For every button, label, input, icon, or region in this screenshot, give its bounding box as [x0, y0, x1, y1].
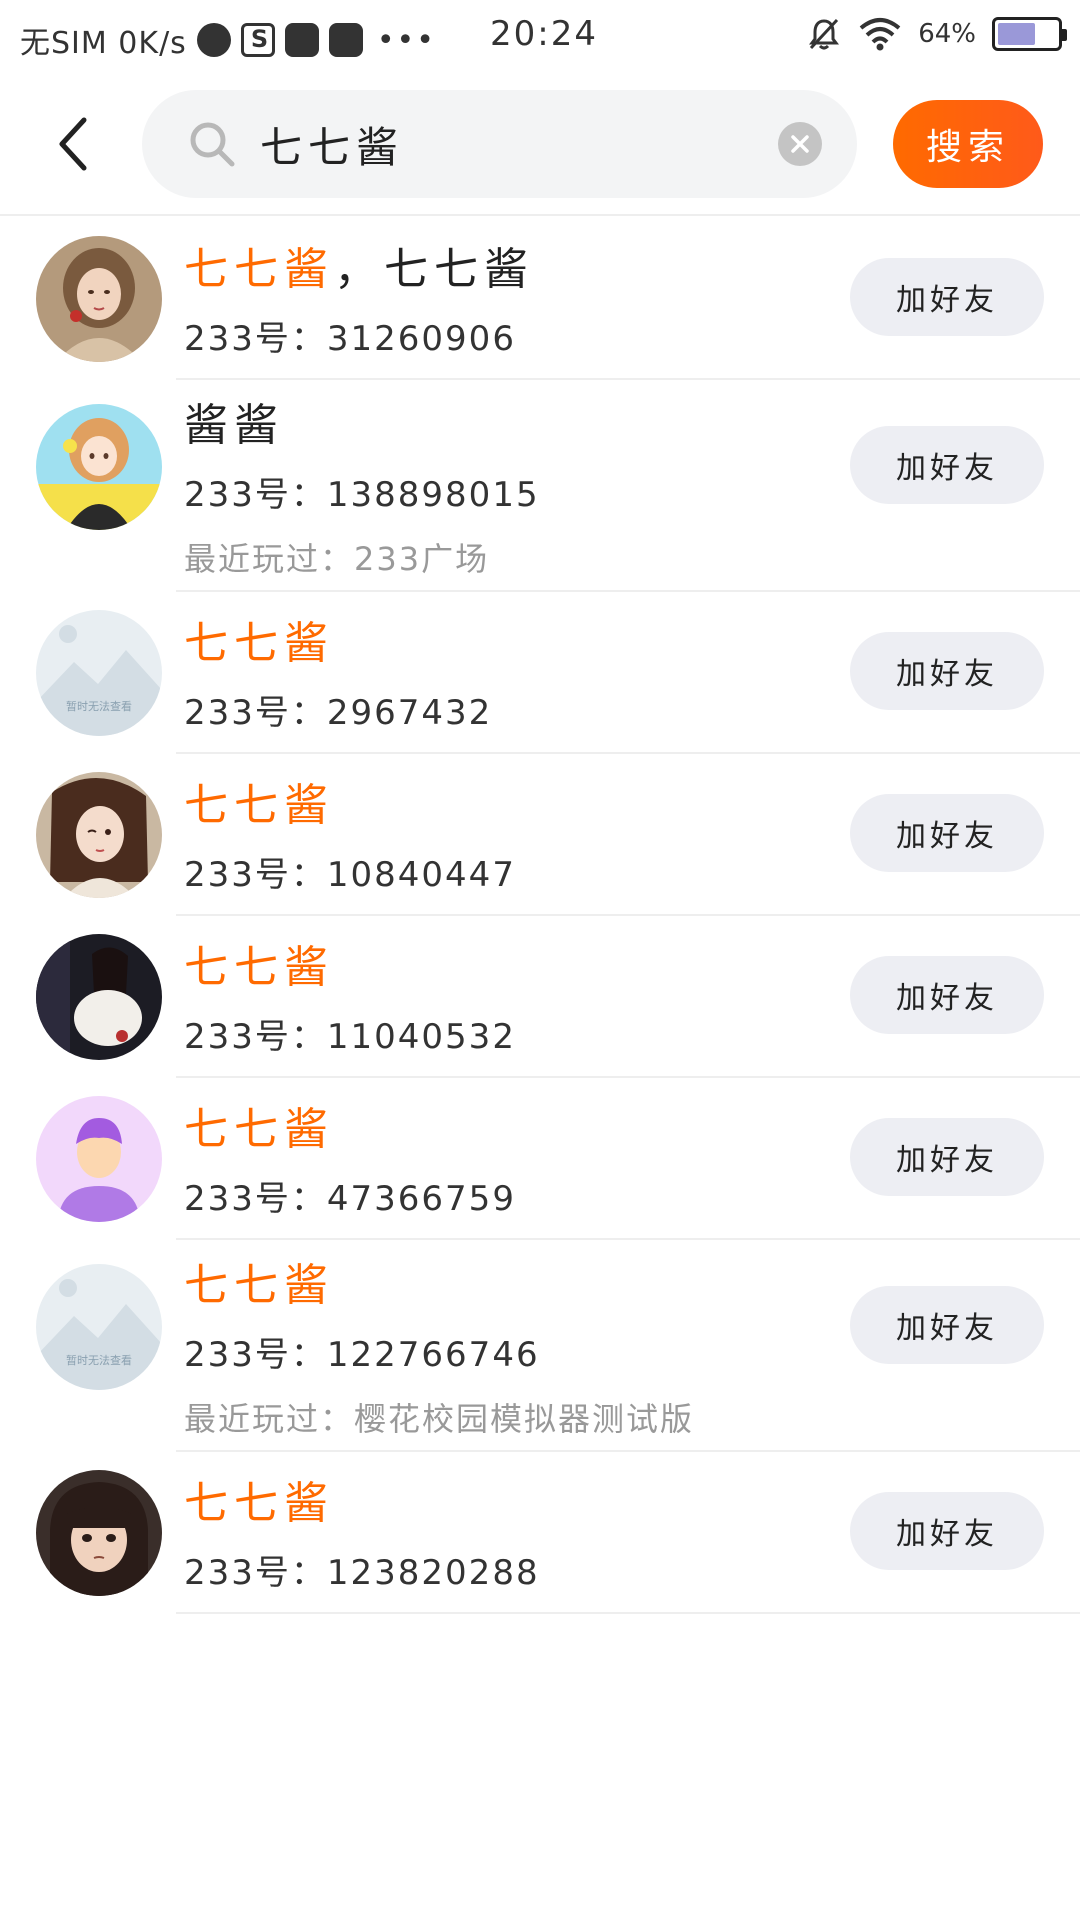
user-id: 233号：138898015 — [184, 475, 540, 515]
name-highlight: 七七酱 — [184, 1260, 334, 1311]
user-name: 七七酱 — [184, 776, 516, 836]
user-info: 七七酱 233号：10840447 — [184, 776, 516, 900]
name-highlight: 七七酱 — [184, 244, 334, 295]
more-dots-icon: ••• — [376, 22, 436, 58]
name-highlight: 七七酱 — [184, 1104, 334, 1155]
user-info: 酱酱 233号：138898015 最近玩过：233广场 — [184, 396, 540, 584]
user-info: 七七酱 233号：123820288 — [184, 1474, 540, 1598]
name-highlight: 七七酱 — [184, 942, 334, 993]
name-rest: 酱酱 — [184, 400, 284, 451]
back-button[interactable] — [48, 112, 98, 176]
result-row[interactable]: 七七酱 233号：47366759 加好友 — [0, 1078, 1080, 1240]
bell-muted-icon — [809, 18, 840, 50]
user-name: 七七酱 — [184, 938, 516, 998]
add-friend-button[interactable]: 加好友 — [850, 632, 1044, 710]
avatar[interactable]: 暂时无法查看 — [36, 610, 162, 736]
status-bar: 无SIM 0K/s ••• 20:24 64% — [0, 0, 1080, 72]
add-friend-button[interactable]: 加好友 — [850, 956, 1044, 1034]
user-id: 233号：31260906 — [184, 319, 516, 359]
result-row[interactable]: 七七酱 233号：11040532 加好友 — [0, 916, 1080, 1078]
add-friend-button[interactable]: 加好友 — [850, 426, 1044, 504]
add-friend-button[interactable]: 加好友 — [850, 1492, 1044, 1570]
user-id: 233号：10840447 — [184, 855, 516, 895]
result-row[interactable]: 七七酱，七七酱 233号：31260906 加好友 — [0, 218, 1080, 380]
avatar[interactable] — [36, 772, 162, 898]
close-icon — [791, 135, 809, 153]
result-row[interactable]: 七七酱 233号：10840447 加好友 — [0, 754, 1080, 916]
user-name: 七七酱，七七酱 — [184, 240, 534, 300]
battery-icon — [992, 17, 1067, 51]
avatar[interactable] — [36, 1096, 162, 1222]
user-info: 七七酱 233号：11040532 — [184, 938, 516, 1062]
battery-fill — [998, 23, 1036, 45]
search-box[interactable] — [142, 90, 857, 198]
user-id: 233号：122766746 — [184, 1335, 540, 1375]
avatar[interactable] — [36, 404, 162, 530]
user-info: 七七酱 233号：2967432 — [184, 614, 492, 738]
result-row[interactable]: 七七酱 233号：123820288 加好友 — [0, 1452, 1080, 1614]
result-row[interactable]: 酱酱 233号：138898015 最近玩过：233广场 加好友 — [0, 380, 1080, 592]
bag-icon — [328, 23, 363, 57]
search-header: 搜索 — [0, 72, 1080, 216]
recently-played: 最近玩过：233广场 — [184, 540, 490, 578]
name-rest: ，七七酱 — [334, 244, 534, 295]
search-button[interactable]: 搜索 — [893, 100, 1043, 188]
svg-text:暂时无法查看: 暂时无法查看 — [66, 1353, 132, 1367]
s-app-icon — [240, 23, 275, 57]
search-input[interactable] — [260, 110, 780, 178]
name-highlight: 七七酱 — [184, 1478, 334, 1529]
user-id: 233号：47366759 — [184, 1179, 516, 1219]
results-list: 七七酱，七七酱 233号：31260906 加好友 酱酱 233号：138898015 最… — [0, 218, 1080, 1614]
result-row[interactable]: 暂时无法查看 七七酱 233号：2967432 加好友 — [0, 592, 1080, 754]
user-info: 七七酱 233号：47366759 — [184, 1100, 516, 1224]
clear-icon[interactable] — [778, 122, 822, 166]
avatar[interactable] — [36, 934, 162, 1060]
svg-text:暂时无法查看: 暂时无法查看 — [66, 699, 132, 713]
avatar[interactable] — [36, 236, 162, 362]
battery-percent: 64% — [918, 19, 976, 49]
user-id: 233号：11040532 — [184, 1017, 516, 1057]
wifi-icon — [859, 18, 901, 51]
chevron-left-icon — [59, 117, 87, 171]
name-highlight: 七七酱 — [184, 780, 334, 831]
user-name: 七七酱 — [184, 1100, 516, 1160]
add-friend-button[interactable]: 加好友 — [850, 794, 1044, 872]
user-id: 233号：2967432 — [184, 693, 493, 733]
planet-icon — [196, 23, 231, 57]
user-name: 七七酱 — [184, 1474, 540, 1534]
name-highlight: 七七酱 — [184, 618, 334, 669]
divider — [176, 1612, 1080, 1614]
avatar[interactable] — [36, 1470, 162, 1596]
add-friend-button[interactable]: 加好友 — [850, 1118, 1044, 1196]
status-right: 64% — [806, 16, 1067, 52]
carrier-text: 无SIM 0K/s — [20, 26, 187, 61]
recently-played: 最近玩过：樱花校园模拟器测试版 — [184, 1400, 695, 1438]
user-info: 七七酱，七七酱 233号：31260906 — [184, 240, 534, 364]
add-friend-button[interactable]: 加好友 — [850, 258, 1044, 336]
bag-icon — [284, 23, 319, 57]
user-name: 七七酱 — [184, 1256, 694, 1316]
user-name: 七七酱 — [184, 614, 492, 674]
clock: 20:24 — [490, 14, 598, 54]
result-row[interactable]: 暂时无法查看 七七酱 233号：122766746 最近玩过：樱花校园模拟器测试版 加好… — [0, 1240, 1080, 1452]
user-id: 233号：123820288 — [184, 1553, 540, 1593]
add-friend-button[interactable]: 加好友 — [850, 1286, 1044, 1364]
user-name: 酱酱 — [184, 396, 540, 456]
search-icon — [190, 122, 235, 167]
avatar[interactable]: 暂时无法查看 — [36, 1264, 162, 1390]
user-info: 七七酱 233号：122766746 最近玩过：樱花校园模拟器测试版 — [184, 1256, 694, 1444]
status-left: 无SIM 0K/s ••• — [20, 18, 436, 62]
